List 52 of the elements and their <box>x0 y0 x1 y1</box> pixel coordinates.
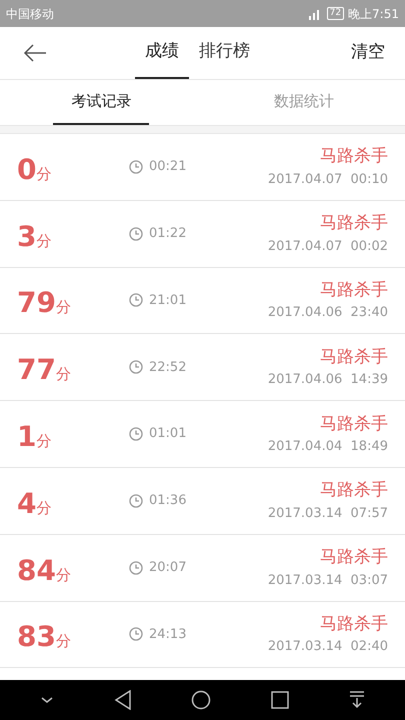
clock-icon <box>129 627 143 642</box>
name-text: 马路杀手 <box>320 278 388 302</box>
clock-time: 晚上7:51 <box>348 6 399 22</box>
duration-text: 21:01 <box>149 292 186 310</box>
header-tab[interactable]: 成绩 <box>135 27 189 79</box>
back-arrow-icon[interactable] <box>23 44 47 62</box>
name-text: 马路杀手 <box>320 346 388 369</box>
duration-text: 22:52 <box>149 358 186 377</box>
date-text: 2017.04.04 18:49 <box>268 438 388 456</box>
date-text: 2017.03.14 02:40 <box>268 638 388 656</box>
duration-text: 01:36 <box>149 492 186 510</box>
clock-icon <box>129 494 143 508</box>
name-text: 马路杀手 <box>320 546 388 570</box>
name-text: 马路杀手 <box>320 612 388 636</box>
duration-text: 00:21 <box>149 158 186 176</box>
score-text: 79分 <box>17 285 72 322</box>
name-text: 马路杀手 <box>320 145 388 168</box>
date-text: 2017.04.06 14:39 <box>268 371 388 390</box>
back-icon[interactable] <box>114 690 132 710</box>
date-text: 2017.04.06 23:40 <box>268 304 388 322</box>
clock-icon <box>129 226 143 241</box>
clock-icon <box>129 560 143 575</box>
clock-icon <box>129 160 143 174</box>
score-text: 77分 <box>17 352 72 388</box>
date-text: 2017.04.07 00:02 <box>268 238 388 256</box>
clear-button[interactable]: 清空 <box>351 40 385 66</box>
carrier-label: 中国移动 <box>6 6 54 22</box>
name-text: 马路杀手 <box>320 412 388 436</box>
date-text: 2017.04.07 00:10 <box>268 170 388 189</box>
name-text: 马路杀手 <box>320 212 388 236</box>
date-text: 2017.03.14 07:57 <box>268 504 388 523</box>
score-text: 83分 <box>17 619 72 656</box>
recents-icon[interactable] <box>271 691 290 709</box>
date-text: 2017.03.14 03:07 <box>268 572 388 590</box>
chevron-down-icon[interactable] <box>40 695 54 705</box>
duration-text: 01:01 <box>149 425 186 444</box>
duration-text: 01:22 <box>149 224 186 243</box>
header-tab[interactable]: 排行榜 <box>189 27 260 79</box>
duration-text: 24:13 <box>149 626 186 644</box>
clock-icon <box>129 293 143 308</box>
battery-indicator: 72 <box>326 7 344 20</box>
score-text: 84分 <box>17 552 72 589</box>
score-text: 0分 <box>17 152 52 188</box>
name-text: 马路杀手 <box>320 479 388 502</box>
score-text: 4分 <box>17 486 52 522</box>
score-text: 3分 <box>17 218 52 255</box>
clock-icon <box>129 360 143 374</box>
clock-icon <box>129 427 143 442</box>
home-icon[interactable] <box>191 690 212 710</box>
score-text: 1分 <box>17 419 52 456</box>
notification-pulldown-icon[interactable] <box>349 691 366 709</box>
duration-text: 20:07 <box>149 558 186 577</box>
